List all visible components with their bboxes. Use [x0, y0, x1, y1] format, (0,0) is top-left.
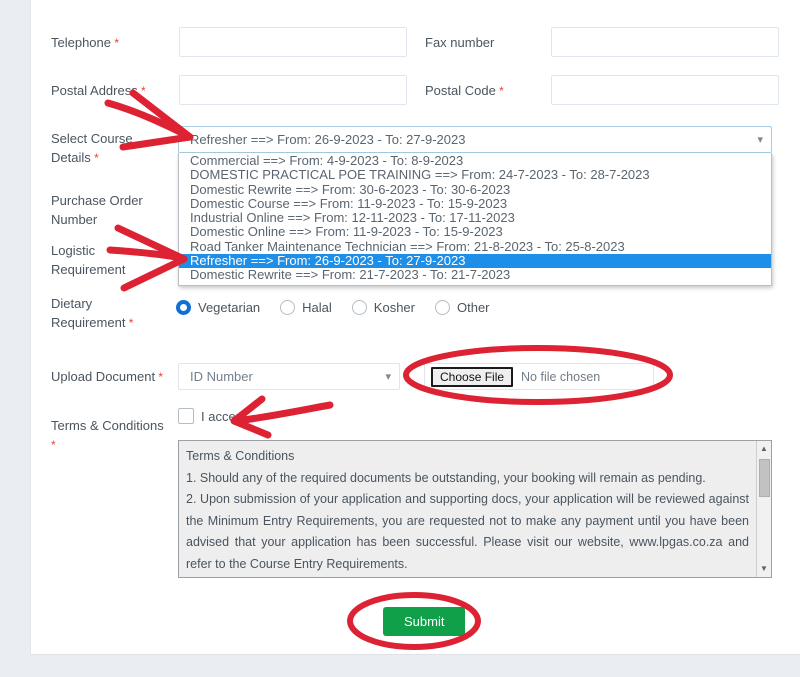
- postal-address-input[interactable]: [179, 75, 407, 105]
- course-label-line1: Select Course: [51, 131, 133, 146]
- scroll-up-arrow-icon[interactable]: ▲: [757, 442, 771, 456]
- select-course-details-label: Select Course Details *: [51, 129, 181, 168]
- scroll-down-arrow-icon[interactable]: ▼: [757, 562, 771, 576]
- dietary-option-other[interactable]: Other: [435, 300, 490, 315]
- purchase-order-number-label: Purchase Order Number: [51, 191, 181, 229]
- telephone-input[interactable]: [179, 27, 407, 57]
- telephone-label-text: Telephone: [51, 35, 111, 50]
- dietary-label-line2: Requirement: [51, 315, 125, 330]
- terms-label-text: Terms & Conditions: [51, 418, 164, 433]
- required-asterisk: *: [91, 151, 99, 165]
- terms-heading: Terms & Conditions: [186, 446, 749, 468]
- dietary-option-label: Halal: [302, 300, 332, 315]
- logistic-requirement-label: Logistic Requirement: [51, 241, 181, 279]
- course-option[interactable]: DOMESTIC PRACTICAL POE TRAINING ==> From…: [179, 168, 771, 182]
- choose-file-button[interactable]: Choose File: [431, 367, 513, 387]
- radio-icon[interactable]: [352, 300, 367, 315]
- scrollbar-thumb[interactable]: [759, 459, 770, 497]
- terms-conditions-textarea[interactable]: Terms & Conditions1. Should any of the r…: [178, 440, 772, 578]
- course-option[interactable]: Refresher ==> From: 26-9-2023 - To: 27-9…: [179, 254, 771, 268]
- course-label-line2: Details: [51, 150, 91, 165]
- dietary-option-halal[interactable]: Halal: [280, 300, 332, 315]
- required-asterisk: *: [51, 438, 56, 452]
- submit-button[interactable]: Submit: [383, 607, 465, 636]
- page-root: Telephone * Fax number Postal Address * …: [0, 0, 800, 677]
- dietary-label-line1: Dietary: [51, 296, 92, 311]
- radio-icon[interactable]: [435, 300, 450, 315]
- logistic-label-line1: Logistic: [51, 243, 95, 258]
- course-option[interactable]: Domestic Rewrite ==> From: 21-7-2023 - T…: [179, 268, 771, 282]
- select-course-details-dropdown[interactable]: Refresher ==> From: 26-9-2023 - To: 27-9…: [178, 126, 772, 153]
- fax-number-input[interactable]: [551, 27, 779, 57]
- chevron-down-icon: ▾: [757, 133, 763, 146]
- required-asterisk: *: [125, 316, 133, 330]
- po-label-line2: Number: [51, 212, 97, 227]
- required-asterisk: *: [138, 84, 146, 98]
- required-asterisk: *: [155, 370, 163, 384]
- terms-paragraph: 1. Should any of the required documents …: [186, 468, 749, 490]
- fax-number-label: Fax number: [425, 33, 555, 52]
- fax-number-label-text: Fax number: [425, 35, 494, 50]
- postal-address-label-text: Postal Address: [51, 83, 138, 98]
- accept-terms-checkbox[interactable]: [178, 408, 194, 424]
- course-option[interactable]: Domestic Online ==> From: 11-9-2023 - To…: [179, 225, 771, 239]
- dietary-option-label: Vegetarian: [198, 300, 260, 315]
- terms-paragraph: 3. Available dates will be provided once…: [186, 575, 749, 578]
- course-options-list[interactable]: Commercial ==> From: 4-9-2023 - To: 8-9-…: [178, 153, 772, 286]
- dietary-option-kosher[interactable]: Kosher: [352, 300, 415, 315]
- po-label-line1: Purchase Order: [51, 193, 143, 208]
- telephone-label: Telephone *: [51, 33, 181, 53]
- dietary-requirement-radio-group[interactable]: Vegetarian Halal Kosher Other: [176, 300, 510, 315]
- dietary-requirement-label: Dietary Requirement *: [51, 294, 181, 333]
- course-option[interactable]: Industrial Online ==> From: 12-11-2023 -…: [179, 211, 771, 225]
- terms-text-content: Terms & Conditions1. Should any of the r…: [179, 441, 771, 578]
- no-file-chosen-text: No file chosen: [521, 370, 600, 384]
- required-asterisk: *: [496, 84, 504, 98]
- course-option[interactable]: Domestic Rewrite ==> From: 30-6-2023 - T…: [179, 183, 771, 197]
- dietary-option-label: Kosher: [374, 300, 415, 315]
- postal-code-label-text: Postal Code: [425, 83, 496, 98]
- radio-icon[interactable]: [176, 300, 191, 315]
- postal-code-input[interactable]: [551, 75, 779, 105]
- required-asterisk: *: [111, 36, 119, 50]
- accept-terms-row[interactable]: I accept: [178, 408, 247, 424]
- document-type-select[interactable]: ID Number ▾: [178, 363, 400, 390]
- course-option[interactable]: Domestic Course ==> From: 11-9-2023 - To…: [179, 197, 771, 211]
- terms-scrollbar[interactable]: ▲ ▼: [756, 441, 771, 577]
- dietary-option-label: Other: [457, 300, 490, 315]
- dietary-option-vegetarian[interactable]: Vegetarian: [176, 300, 260, 315]
- terms-paragraph: 2. Upon submission of your application a…: [186, 489, 749, 575]
- radio-icon[interactable]: [280, 300, 295, 315]
- course-option[interactable]: Road Tanker Maintenance Technician ==> F…: [179, 240, 771, 254]
- logistic-label-line2: Requirement: [51, 262, 125, 277]
- postal-address-label: Postal Address *: [51, 81, 181, 101]
- document-type-value: ID Number: [190, 369, 385, 384]
- file-upload-control[interactable]: Choose File No file chosen: [424, 363, 654, 390]
- upload-label-text: Upload Document: [51, 369, 155, 384]
- accept-terms-label: I accept: [201, 409, 247, 424]
- chevron-down-icon: ▾: [385, 370, 391, 383]
- postal-code-label: Postal Code *: [425, 81, 555, 101]
- course-option[interactable]: Commercial ==> From: 4-9-2023 - To: 8-9-…: [179, 154, 771, 168]
- selected-course-value: Refresher ==> From: 26-9-2023 - To: 27-9…: [190, 132, 757, 147]
